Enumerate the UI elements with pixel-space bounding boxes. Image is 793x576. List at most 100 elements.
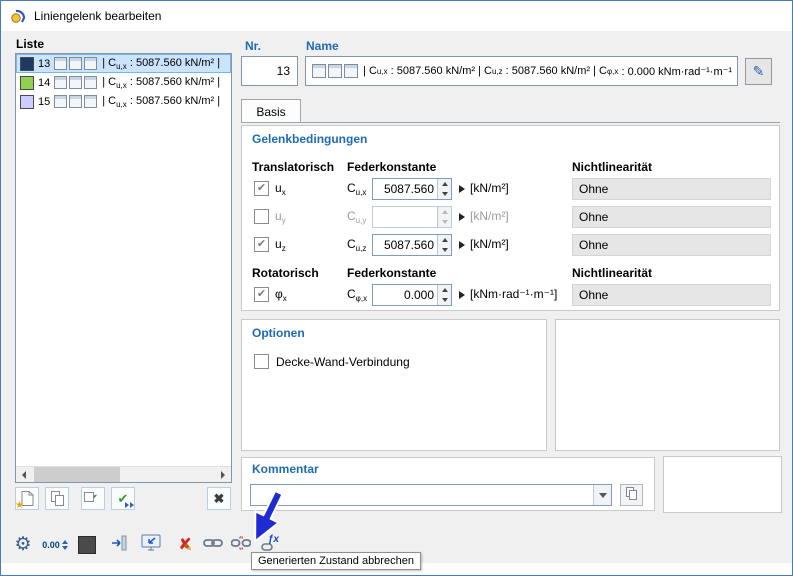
list-item[interactable]: 15 | Cu,x : 5087.560 kN/m² |: [16, 92, 231, 111]
dof-label: ux: [275, 181, 286, 197]
link-button[interactable]: [199, 531, 227, 558]
delete-in-graphic-button[interactable]: ✘ ✎: [171, 531, 199, 558]
star-icon: ★: [15, 499, 24, 511]
nonlinearity-select[interactable]: Ohne: [572, 206, 771, 228]
color-button[interactable]: [73, 531, 101, 558]
detail-button[interactable]: [456, 210, 468, 224]
nonlinearity-select[interactable]: Ohne: [572, 284, 771, 306]
rotational-header: Rotatorisch: [252, 266, 319, 280]
green-check-icon: ✔: [84, 490, 102, 508]
ux-checkbox[interactable]: ✔: [254, 181, 269, 196]
spin-down-button[interactable]: [438, 217, 451, 227]
unit-label: [kN/m²]: [470, 181, 509, 195]
spin-up-button[interactable]: [438, 179, 451, 189]
list-item[interactable]: 14 | Cu,x : 5087.560 kN/m² |: [16, 73, 231, 92]
nonlinearity-header: Nichtlinearität: [572, 160, 653, 174]
settings-button[interactable]: ⚙: [9, 531, 37, 558]
nonlinearity-select[interactable]: Ohne: [572, 178, 771, 200]
nr-value: 13: [241, 56, 298, 86]
spring-constant-input[interactable]: 0.000: [372, 284, 452, 306]
dof-label: uy: [275, 209, 286, 225]
dof-row-ux: ✔ ux Cu,x 5087.560 [kN/m²] Ohne: [242, 178, 779, 200]
copy-icon: [624, 486, 639, 504]
slab-wall-connection-checkbox[interactable]: [254, 354, 269, 369]
scrollbar-thumb[interactable]: [34, 467, 120, 482]
decimal-places-button[interactable]: 0.00: [41, 531, 69, 558]
comment-group: Kommentar: [241, 457, 655, 511]
uz-checkbox[interactable]: ✔: [254, 237, 269, 252]
list-new-button[interactable]: ★: [15, 487, 39, 510]
spin-up-button[interactable]: [438, 235, 451, 245]
phix-checkbox[interactable]: ✔: [254, 287, 269, 302]
assign-button[interactable]: [105, 531, 133, 558]
dialog-icon: [10, 8, 26, 24]
spin-up-button[interactable]: [438, 207, 451, 217]
spin-down-button[interactable]: [438, 295, 451, 305]
spring-constant-input[interactable]: 5087.560: [372, 178, 452, 200]
surface-icon: [328, 64, 342, 78]
uy-checkbox[interactable]: [254, 209, 269, 224]
color-swatch: [20, 75, 34, 90]
titlebar[interactable]: Liniengelenk bearbeiten: [1, 1, 792, 31]
right-triangle-icon: [459, 291, 465, 299]
gear-icon: ⚙: [14, 534, 32, 555]
preview-panel: [555, 319, 780, 451]
detail-button[interactable]: [456, 238, 468, 252]
list-apply-button[interactable]: ✔: [111, 487, 135, 510]
hinge-list: 13 | Cu,x : 5087.560 kN/m² | 14 | Cu,x :…: [15, 53, 232, 483]
spring-constant-input[interactable]: [372, 206, 452, 228]
tab-basis[interactable]: Basis: [241, 99, 301, 123]
surface-icon: [54, 76, 68, 89]
surface-icon: [84, 57, 98, 70]
coefficient-label: Cu,x: [347, 181, 367, 197]
name-field[interactable]: | Cu,x : 5087.560 kN/m² | Cu,z : 5087.56…: [305, 56, 738, 86]
name-label: Name: [306, 39, 339, 53]
copy-icon: [48, 490, 66, 508]
item-label: | Cu,x : 5087.560 kN/m² |: [102, 75, 221, 90]
spring-constant-header: Federkonstante: [347, 266, 437, 280]
surface-icon: [69, 95, 83, 108]
scrollbar-track[interactable]: [32, 467, 215, 482]
hinge-conditions-group: Gelenkbedingungen Translatorisch Federko…: [241, 125, 780, 311]
unit-label: [kN/m²]: [470, 209, 509, 223]
scroll-left-button[interactable]: [16, 467, 32, 482]
spin-down-button[interactable]: [438, 189, 451, 199]
color-swatch-icon: [78, 535, 96, 554]
surface-icon: [84, 76, 98, 89]
tab-strip-line: [241, 122, 780, 123]
pencil-icon: ✎: [752, 63, 765, 79]
section-title: Kommentar: [252, 462, 319, 476]
comment-copy-button[interactable]: [620, 484, 643, 506]
spring-constant-header: Federkonstante: [347, 160, 437, 174]
x-icon: ✖: [213, 491, 225, 506]
coefficient-label: Cu,z: [347, 237, 367, 253]
new-item-icon: ★: [15, 490, 36, 511]
list-copy-button[interactable]: [45, 487, 69, 510]
pick-in-graphic-button[interactable]: [137, 531, 165, 558]
spin-down-button[interactable]: [438, 245, 451, 255]
item-label: | Cu,x : 5087.560 kN/m² |: [102, 56, 221, 71]
edit-name-button[interactable]: ✎: [745, 58, 772, 85]
red-x-pencil-icon: ✘ ✎: [178, 536, 193, 554]
monitor-arrow-icon: [141, 534, 161, 555]
option-row: Decke-Wand-Verbindung: [254, 354, 410, 369]
color-swatch: [20, 94, 34, 109]
scroll-right-button[interactable]: [215, 467, 231, 482]
dof-row-uz: ✔ uz Cu,z 5087.560 [kN/m²] Ohne: [242, 234, 779, 256]
detail-button[interactable]: [456, 288, 468, 302]
surface-icon: [69, 76, 83, 89]
surface-icon: [54, 95, 68, 108]
combo-dropdown-button[interactable]: [593, 485, 611, 505]
nonlinearity-select[interactable]: Ohne: [572, 234, 771, 256]
list-item[interactable]: 13 | Cu,x : 5087.560 kN/m² |: [16, 54, 231, 73]
list-delete-button[interactable]: ✖: [207, 487, 231, 510]
spring-constant-input[interactable]: 5087.560: [372, 234, 452, 256]
horizontal-scrollbar[interactable]: [16, 466, 231, 482]
comment-combobox[interactable]: [250, 484, 612, 506]
dof-label: φx: [275, 287, 287, 303]
surface-icon: [54, 57, 68, 70]
list-select-button[interactable]: ✔: [81, 487, 105, 510]
surface-icon: [344, 64, 358, 78]
spin-up-button[interactable]: [438, 285, 451, 295]
detail-button[interactable]: [456, 182, 468, 196]
